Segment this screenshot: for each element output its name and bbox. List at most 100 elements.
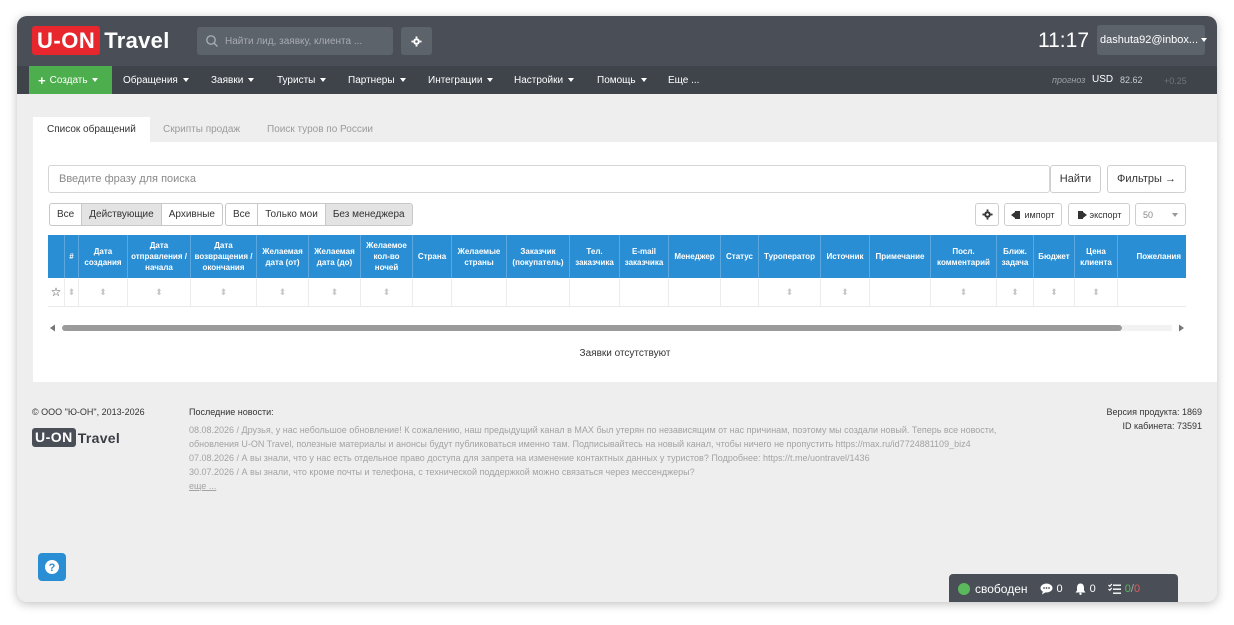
news-item: 30.07.2026 / А вы знали, что кроме почты… bbox=[189, 467, 695, 477]
news-more-link[interactable]: еще ... bbox=[189, 479, 216, 493]
horizontal-scrollbar[interactable] bbox=[48, 323, 1186, 333]
favorite-star-icon[interactable]: ☆ bbox=[48, 278, 65, 306]
search-settings-button[interactable] bbox=[401, 27, 432, 55]
create-button[interactable]: + Создать bbox=[29, 66, 112, 94]
owner-filter-group: Все Только мои Без менеджера bbox=[225, 203, 413, 226]
top-bar: U-ON Travel Найти лид, заявку, клиента .… bbox=[17, 16, 1217, 66]
nav-item-more[interactable]: Еще ... bbox=[668, 66, 699, 94]
cabinet-id: ID кабинета: 73591 bbox=[1122, 421, 1202, 431]
export-icon bbox=[1077, 210, 1087, 219]
filter-no-manager[interactable]: Без менеджера bbox=[325, 204, 412, 225]
logo[interactable]: U-ON Travel bbox=[32, 26, 170, 55]
nav-item-help[interactable]: Помощь bbox=[597, 66, 647, 94]
column-header[interactable]: Дата отправления / начала bbox=[128, 235, 191, 278]
column-header[interactable]: Ближ. задача bbox=[997, 235, 1034, 278]
help-button[interactable]: ? bbox=[38, 553, 66, 581]
chevron-down-icon bbox=[1201, 38, 1208, 42]
filters-button[interactable]: Фильтры → bbox=[1107, 165, 1186, 193]
column-header[interactable]: Бюджет bbox=[1034, 235, 1075, 278]
news-item: обновления U-ON Travel, полезные материа… bbox=[189, 439, 971, 449]
footer-logo: U-ON Travel bbox=[32, 428, 120, 447]
user-email: dashuta92@inbox... bbox=[1100, 34, 1199, 46]
sort-icon[interactable]: ⬍ bbox=[309, 278, 361, 306]
column-header[interactable]: Страна bbox=[413, 235, 452, 278]
sort-icon[interactable]: ⬍ bbox=[821, 278, 870, 306]
sort-icon[interactable]: ⬍ bbox=[128, 278, 191, 306]
column-header[interactable]: Источник bbox=[821, 235, 870, 278]
sort-icon[interactable]: ⬍ bbox=[931, 278, 997, 306]
status-filter-group: Все Действующие Архивные bbox=[49, 203, 223, 226]
nav-item-partners[interactable]: Партнеры bbox=[348, 66, 406, 94]
sort-icon[interactable]: ⬍ bbox=[79, 278, 128, 306]
chat-icon[interactable] bbox=[1040, 583, 1053, 595]
search-placeholder: Введите фразу для поиска bbox=[59, 173, 196, 185]
column-header[interactable]: Пожелания bbox=[1118, 235, 1184, 278]
column-header[interactable]: Менеджер bbox=[669, 235, 721, 278]
nav-item-integrations[interactable]: Интеграции bbox=[428, 66, 494, 94]
column-header[interactable]: Примечание bbox=[870, 235, 931, 278]
sort-icon[interactable]: ⬍ bbox=[257, 278, 309, 306]
nav-item-label: Партнеры bbox=[348, 74, 395, 86]
tab-russia-tours[interactable]: Поиск туров по России bbox=[253, 117, 387, 142]
column-header[interactable]: Посл. комментарий bbox=[931, 235, 997, 278]
page-size-select[interactable]: 50 bbox=[1135, 203, 1186, 226]
nav-item-settings[interactable]: Настройки bbox=[514, 66, 575, 94]
news-title: Последние новости: bbox=[189, 407, 274, 417]
scroll-left-icon bbox=[50, 324, 55, 332]
column-header[interactable]: Цена клиента bbox=[1075, 235, 1118, 278]
sort-icon[interactable]: ⬍ bbox=[997, 278, 1034, 306]
sort-icon[interactable]: ⬍ bbox=[361, 278, 413, 306]
table-header: # Дата создания Дата отправления / начал… bbox=[48, 235, 1186, 278]
column-header[interactable]: Тел. заказчика bbox=[570, 235, 620, 278]
copyright: © ООО "Ю-ОН", 2013-2026 bbox=[32, 407, 145, 417]
main-nav: + Создать Обращения Заявки Туристы Партн… bbox=[17, 66, 1217, 94]
column-header[interactable]: Желаемые страны bbox=[452, 235, 507, 278]
table-filter-row: ☆ ⬍ ⬍ ⬍ ⬍ ⬍ ⬍ ⬍ ⬍ ⬍ ⬍ ⬍ ⬍ ⬍ bbox=[48, 278, 1186, 307]
nav-item-label: Еще ... bbox=[668, 74, 700, 86]
column-header[interactable]: Желаемая дата (до) bbox=[309, 235, 361, 278]
nav-item-label: Туристы bbox=[277, 74, 316, 86]
column-header[interactable]: Желаемая дата (от) bbox=[257, 235, 309, 278]
column-header[interactable]: Дата создания bbox=[79, 235, 128, 278]
tab-sales-scripts[interactable]: Скрипты продаж bbox=[149, 117, 254, 142]
chevron-down-icon bbox=[182, 78, 189, 82]
column-header[interactable]: E-mail заказчика bbox=[620, 235, 669, 278]
column-header[interactable]: Дата возвращения / окончания bbox=[191, 235, 257, 278]
nav-item-tourists[interactable]: Туристы bbox=[277, 66, 327, 94]
sort-icon[interactable]: ⬍ bbox=[191, 278, 257, 306]
filter-active[interactable]: Действующие bbox=[82, 204, 162, 225]
bell-icon[interactable] bbox=[1075, 583, 1086, 595]
search-input[interactable]: Введите фразу для поиска bbox=[48, 165, 1050, 193]
sort-icon[interactable]: ⬍ bbox=[1075, 278, 1118, 306]
column-header[interactable]: Статус bbox=[721, 235, 759, 278]
column-header[interactable]: Туроператор bbox=[759, 235, 821, 278]
export-button[interactable]: экспорт bbox=[1068, 203, 1130, 226]
chevron-down-icon bbox=[248, 78, 255, 82]
import-button[interactable]: импорт bbox=[1004, 203, 1062, 226]
sort-icon[interactable]: ⬍ bbox=[1034, 278, 1075, 306]
column-header[interactable]: Желаемое кол-во ночей bbox=[361, 235, 413, 278]
column-header[interactable]: # bbox=[65, 235, 79, 278]
filter-owner-all[interactable]: Все bbox=[226, 204, 259, 225]
filter-archived[interactable]: Архивные bbox=[162, 204, 222, 225]
filter-only-mine[interactable]: Только мои bbox=[258, 204, 326, 225]
tasks-icon[interactable] bbox=[1107, 583, 1121, 595]
column-header[interactable]: Заказчик (покупатель) bbox=[507, 235, 570, 278]
find-button[interactable]: Найти bbox=[1050, 165, 1101, 193]
main-panel: Введите фразу для поиска Найти Фильтры →… bbox=[33, 142, 1217, 382]
nav-item-orders[interactable]: Заявки bbox=[211, 66, 255, 94]
sort-icon[interactable]: ⬍ bbox=[65, 278, 79, 306]
chevron-down-icon bbox=[91, 78, 98, 82]
filter-all[interactable]: Все bbox=[50, 204, 83, 225]
table-settings-button[interactable] bbox=[975, 203, 999, 226]
nav-item-requests[interactable]: Обращения bbox=[123, 66, 189, 94]
create-label: Создать bbox=[49, 74, 88, 86]
tasks-overdue-count: 0 bbox=[1133, 583, 1141, 595]
global-search-input[interactable]: Найти лид, заявку, клиента ... bbox=[197, 27, 393, 55]
sort-icon[interactable]: ⬍ bbox=[759, 278, 821, 306]
empty-table-message: Заявки отсутствуют bbox=[579, 348, 671, 359]
plus-icon: + bbox=[38, 72, 46, 88]
user-menu[interactable]: dashuta92@inbox... bbox=[1097, 25, 1208, 55]
user-status[interactable]: свободен bbox=[975, 582, 1028, 596]
tab-requests-list[interactable]: Список обращений bbox=[33, 117, 150, 142]
